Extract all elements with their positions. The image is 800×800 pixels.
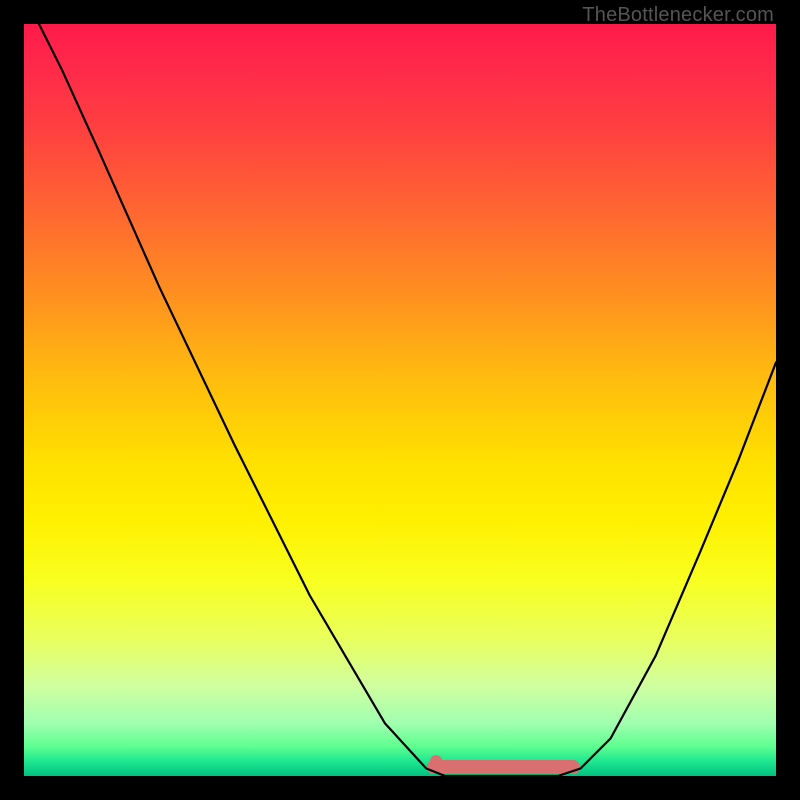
bottleneck-curve xyxy=(39,24,776,776)
curve-layer xyxy=(24,24,776,776)
chart-frame: TheBottlenecker.com xyxy=(0,0,800,800)
watermark-text: TheBottlenecker.com xyxy=(582,4,774,27)
plot-area xyxy=(24,24,776,776)
optimal-point-dot xyxy=(430,755,442,767)
